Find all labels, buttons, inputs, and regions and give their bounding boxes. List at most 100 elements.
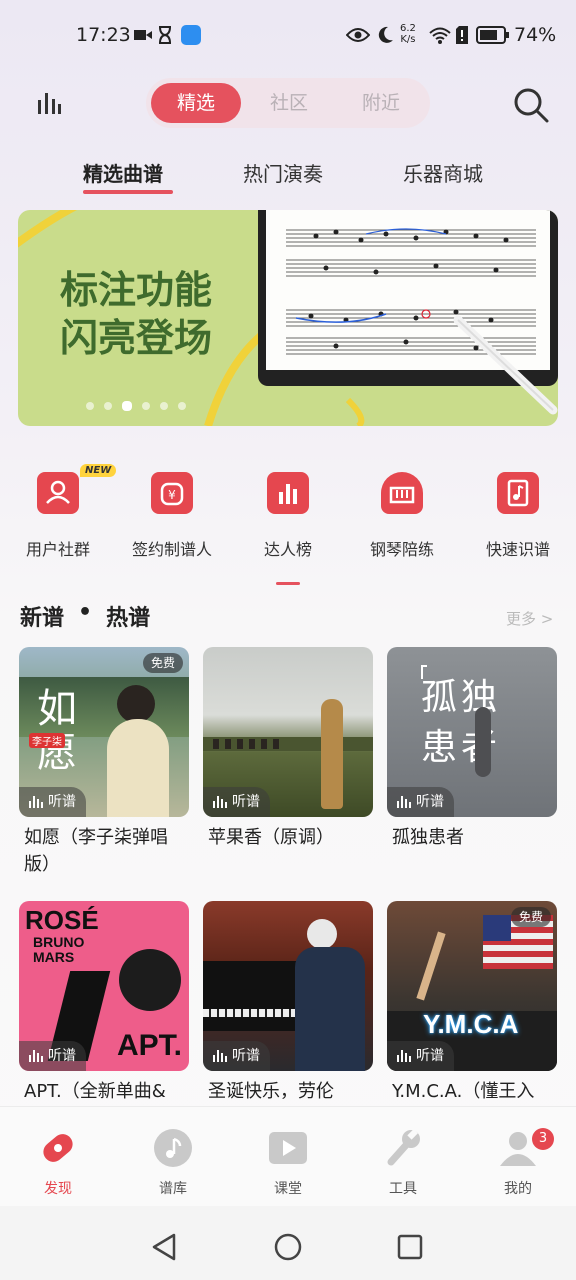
cover-text-bruno: BRUNO MARS: [33, 935, 84, 965]
cover-person: [475, 707, 491, 777]
cover-tag: 李子柒: [29, 733, 65, 748]
nav-back-icon[interactable]: [150, 1232, 178, 1262]
battery-icon: [476, 26, 509, 44]
cloud-app-icon: [181, 25, 201, 45]
score-card-cover[interactable]: ROSÉ BRUNO MARS APT. 听谱: [19, 901, 189, 1071]
tab-discover[interactable]: 发现: [18, 1128, 98, 1198]
score-card-title[interactable]: 苹果香（原调）: [208, 824, 378, 851]
entry-signed-arranger[interactable]: ¥ 签约制谱人: [116, 472, 228, 560]
cover-person: [321, 699, 343, 809]
score-card-title[interactable]: 孤独患者: [392, 824, 562, 851]
music-note-icon: [154, 1129, 192, 1167]
free-badge: 免费: [510, 907, 551, 927]
entry-user-community[interactable]: NEW 用户社群: [2, 464, 117, 560]
equalizer-icon[interactable]: [36, 90, 62, 116]
tab-tools[interactable]: 工具: [363, 1128, 443, 1198]
listen-button[interactable]: 听谱: [19, 787, 86, 817]
banner-dot: [160, 402, 168, 410]
audio-bars-icon: [213, 1050, 227, 1062]
video-play-icon: [269, 1132, 307, 1164]
score-card-cover[interactable]: 孤独 患者 听谱: [387, 647, 557, 817]
score-card-title[interactable]: 如愿（李子柒弹唱版）: [24, 824, 194, 878]
cover-person-suit: [295, 947, 365, 1071]
audio-bars-icon: [397, 1050, 411, 1062]
tab-label: 我的: [504, 1181, 532, 1197]
score-card-cover[interactable]: 如愿 李子柒 免费 听谱: [19, 647, 189, 817]
section-title-separator: •: [78, 600, 93, 625]
banner-line-2: 闪亮登场: [60, 316, 213, 360]
nav-home-icon[interactable]: [273, 1232, 303, 1262]
audio-bars-icon: [29, 1050, 43, 1062]
entry-label: 达人榜: [263, 540, 312, 559]
segment-nearby[interactable]: 附近: [336, 83, 426, 123]
subtab-instrument-store[interactable]: 乐器商城: [403, 158, 483, 187]
entry-piano-practice[interactable]: 钢琴陪练: [346, 472, 458, 560]
section-title-new[interactable]: 新谱: [20, 600, 64, 632]
subtab-featured-scores[interactable]: 精选曲谱: [83, 158, 163, 187]
contract-icon: ¥: [151, 472, 193, 514]
listen-button[interactable]: 听谱: [387, 1041, 454, 1071]
nav-recents-icon[interactable]: [396, 1233, 424, 1261]
audio-bars-icon: [213, 796, 227, 808]
listen-button[interactable]: 听谱: [387, 787, 454, 817]
listen-label: 听谱: [416, 794, 444, 810]
score-card-title[interactable]: APT.（全新单曲&: [24, 1078, 194, 1105]
tab-profile[interactable]: 3 我的: [478, 1128, 558, 1198]
entry-ranking[interactable]: 达人榜: [232, 472, 344, 585]
listen-label: 听谱: [232, 1048, 260, 1064]
entry-label: 快速识谱: [485, 540, 550, 559]
cover-horses: [213, 739, 283, 749]
cover-text: 如愿: [37, 686, 77, 776]
wifi-icon: [429, 27, 451, 44]
cover-text: Y.M.C.A: [423, 1009, 519, 1039]
listen-button[interactable]: 听谱: [203, 1041, 270, 1071]
hourglass-icon: [159, 26, 171, 44]
tab-label: 发现: [44, 1181, 72, 1197]
listen-button[interactable]: 听谱: [19, 1041, 86, 1071]
tab-label: 课堂: [274, 1181, 302, 1197]
moon-icon: [378, 26, 393, 43]
banner-dot: [86, 402, 94, 410]
cover-text-bruno-line: BRUNO: [33, 934, 85, 950]
banner-title: 标注功能 闪亮登场: [60, 266, 212, 362]
subtab-hot-performances[interactable]: 热门演奏: [243, 158, 323, 187]
wrench-icon: [387, 1129, 420, 1166]
new-badge: NEW: [80, 464, 117, 477]
tab-score-library[interactable]: 谱库: [133, 1128, 213, 1198]
cover-text-rose: ROSÉ: [25, 905, 99, 935]
section-title-hot[interactable]: 热谱: [106, 600, 150, 632]
score-card-cover[interactable]: 听谱: [203, 647, 373, 817]
listen-button[interactable]: 听谱: [203, 787, 270, 817]
notification-badge: 3: [532, 1128, 554, 1150]
video-record-icon: [134, 30, 152, 40]
entry-label: 钢琴陪练: [369, 540, 434, 559]
top-segment-control: 精选 社区 附近: [146, 78, 430, 128]
stylus-pen-image: [453, 315, 558, 415]
cover-text-mars-line: MARS: [33, 949, 75, 965]
score-card-title[interactable]: 圣诞快乐，劳伦: [208, 1078, 378, 1105]
score-card-title[interactable]: Y.M.C.A.（懂王入: [392, 1078, 562, 1105]
segment-featured[interactable]: 精选: [151, 83, 241, 123]
status-time: 17:23: [76, 24, 131, 46]
net-speed-value: 6.2: [400, 23, 416, 34]
banner-dot: [104, 402, 112, 410]
banner-dot: [142, 402, 150, 410]
segment-community[interactable]: 社区: [244, 83, 334, 123]
user-group-icon: [37, 472, 79, 514]
promo-banner[interactable]: 标注功能 闪亮登场: [18, 210, 558, 426]
more-link[interactable]: 更多 >: [506, 608, 553, 629]
banner-dot: [178, 402, 186, 410]
cover-person-dress: [107, 719, 169, 817]
subtab-indicator: [83, 190, 173, 194]
entry-quick-reading[interactable]: 快速识谱: [462, 472, 574, 560]
tab-classroom[interactable]: 课堂: [248, 1128, 328, 1198]
tab-label: 谱库: [159, 1181, 187, 1197]
cover-bracket: [421, 665, 427, 679]
sim-alert-icon: [456, 26, 468, 44]
score-card-cover[interactable]: 听谱: [203, 901, 373, 1071]
score-card-cover[interactable]: Y.M.C.A 免费 听谱: [387, 901, 557, 1071]
banner-line-1: 标注功能: [60, 268, 213, 312]
search-icon[interactable]: [512, 86, 550, 124]
discover-icon: [43, 1134, 73, 1162]
cover-drum: [119, 949, 181, 1011]
